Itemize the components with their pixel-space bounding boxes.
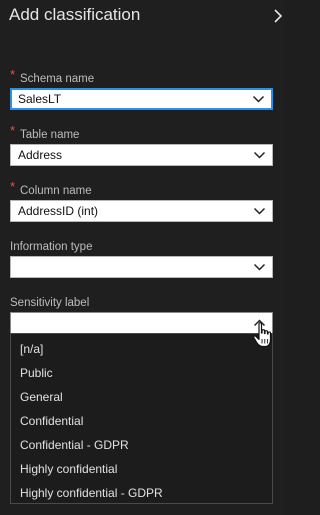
information-type-label: Information type	[10, 241, 93, 253]
chevron-right-icon[interactable]	[271, 6, 285, 26]
chevron-down-icon	[253, 151, 266, 159]
dropdown-option[interactable]: Public	[11, 361, 272, 385]
chevron-down-icon	[253, 263, 266, 271]
schema-name-value: SalesLT	[18, 92, 62, 106]
schema-name-select[interactable]: SalesLT	[10, 88, 273, 110]
hand-pointer-icon	[253, 322, 272, 348]
required-marker: *	[10, 123, 16, 138]
column-name-value: AddressID (int)	[18, 204, 99, 218]
panel-title: Add classification	[9, 5, 141, 24]
add-classification-panel: Add classification * Schema name SalesLT…	[0, 0, 285, 515]
column-name-label: * Column name	[10, 179, 92, 198]
panel-header: Add classification	[9, 4, 285, 30]
sensitivity-label-dropdown: [n/a] Public General Confidential Confid…	[10, 333, 273, 504]
dropdown-option[interactable]: Highly confidential - GDPR	[11, 481, 272, 505]
table-name-label: * Table name	[10, 123, 80, 142]
table-name-value: Address	[18, 148, 63, 162]
chevron-down-icon	[253, 207, 266, 215]
chevron-down-icon	[252, 95, 265, 103]
sensitivity-label-select[interactable]	[10, 312, 273, 334]
table-name-select[interactable]: Address	[10, 144, 273, 166]
schema-name-label: * Schema name	[10, 67, 95, 86]
dropdown-option[interactable]: Confidential - GDPR	[11, 433, 272, 457]
required-marker: *	[10, 67, 16, 82]
required-marker: *	[10, 179, 16, 194]
dropdown-option[interactable]: General	[11, 385, 272, 409]
information-type-select[interactable]	[10, 256, 273, 278]
dropdown-option[interactable]: Highly confidential	[11, 457, 272, 481]
dropdown-option[interactable]: [n/a]	[11, 337, 272, 361]
sensitivity-label-label: Sensitivity label	[10, 297, 90, 309]
column-name-select[interactable]: AddressID (int)	[10, 200, 273, 222]
dropdown-option[interactable]: Confidential	[11, 409, 272, 433]
